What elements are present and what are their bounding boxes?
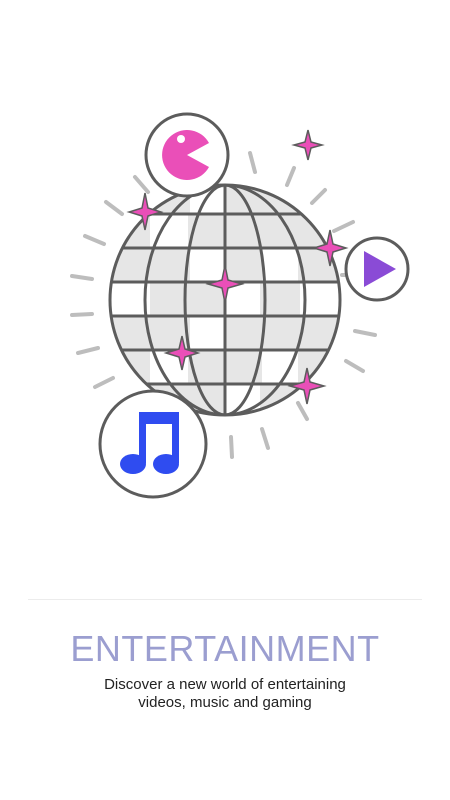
page-title: ENTERTAINMENT [70, 628, 380, 669]
section-divider [28, 599, 422, 600]
music-note-icon [98, 389, 208, 499]
entertainment-illustration [70, 112, 410, 499]
subtitle-line-2: videos, music and gaming [138, 694, 312, 711]
subtitle-line-1: Discover a new world of entertaining [104, 676, 346, 693]
page-subtitle: Discover a new world of entertaining vid… [75, 676, 375, 712]
onboarding-screen: ENTERTAINMENT Discover a new world of en… [0, 0, 450, 800]
play-icon [344, 236, 410, 302]
pacman-icon [144, 112, 230, 198]
